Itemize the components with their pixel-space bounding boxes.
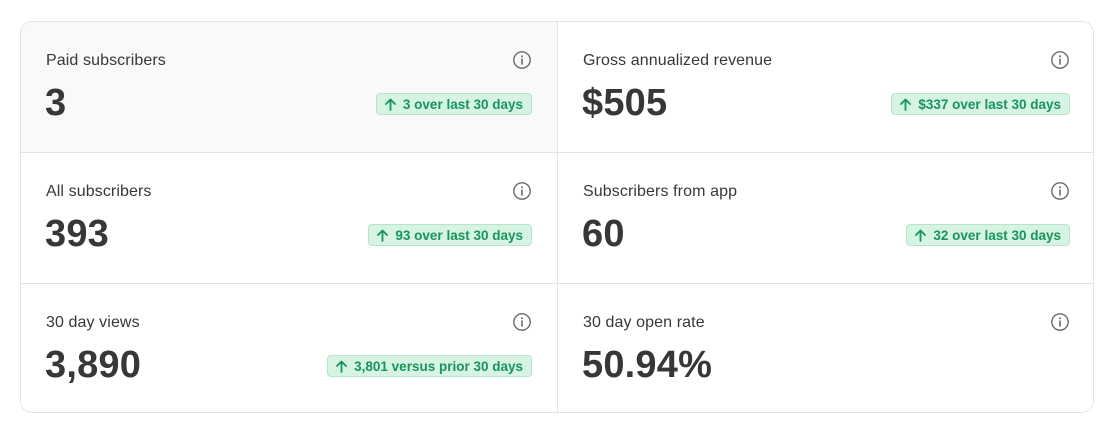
arrow-up-icon [376, 229, 389, 242]
metric-value: $505 [582, 82, 668, 124]
info-icon[interactable] [1050, 181, 1070, 201]
arrow-up-icon [914, 229, 927, 242]
info-icon[interactable] [512, 312, 532, 332]
info-icon[interactable] [512, 181, 532, 201]
metric-label: 30 day open rate [583, 314, 705, 331]
change-text: 93 over last 30 days [395, 227, 523, 243]
metric-label: Paid subscribers [46, 52, 166, 69]
info-icon[interactable] [1050, 312, 1070, 332]
info-icon[interactable] [1050, 50, 1070, 70]
change-text: 3 over last 30 days [402, 96, 523, 112]
info-icon[interactable] [512, 50, 532, 70]
metrics-grid: Paid subscribers 3 3 over last 30 days G… [20, 21, 1094, 413]
metric-value: 393 [45, 213, 110, 255]
metric-card-all-subscribers[interactable]: All subscribers 393 93 over last 30 days [21, 153, 558, 284]
metric-card-gross-annualized-revenue[interactable]: Gross annualized revenue $505 $337 over … [558, 22, 1093, 153]
metric-card-paid-subscribers[interactable]: Paid subscribers 3 3 over last 30 days [21, 22, 558, 153]
change-badge: 3 over last 30 days [375, 93, 532, 115]
change-badge: 3,801 versus prior 30 days [327, 355, 532, 377]
change-badge: $337 over last 30 days [891, 93, 1070, 115]
metric-label: Subscribers from app [583, 183, 738, 200]
metric-card-subscribers-from-app[interactable]: Subscribers from app 60 32 over last 30 … [558, 153, 1093, 284]
arrow-up-icon [899, 98, 912, 111]
change-badge: 32 over last 30 days [906, 224, 1070, 246]
metric-value: 3 [45, 82, 67, 124]
arrow-up-icon [384, 98, 397, 111]
metric-label: All subscribers [46, 183, 152, 200]
metric-label: 30 day views [46, 314, 140, 331]
metric-value: 3,890 [45, 344, 142, 386]
change-badge: 93 over last 30 days [368, 224, 532, 246]
metric-card-30-day-open-rate[interactable]: 30 day open rate 50.94% [558, 284, 1093, 412]
change-text: $337 over last 30 days [918, 96, 1061, 112]
change-text: 32 over last 30 days [933, 227, 1061, 243]
metric-value: 60 [582, 213, 625, 255]
metric-value: 50.94% [582, 344, 713, 386]
change-text: 3,801 versus prior 30 days [354, 358, 523, 374]
metric-card-30-day-views[interactable]: 30 day views 3,890 3,801 versus prior 30… [21, 284, 558, 412]
metric-label: Gross annualized revenue [583, 52, 773, 69]
arrow-up-icon [335, 360, 348, 373]
